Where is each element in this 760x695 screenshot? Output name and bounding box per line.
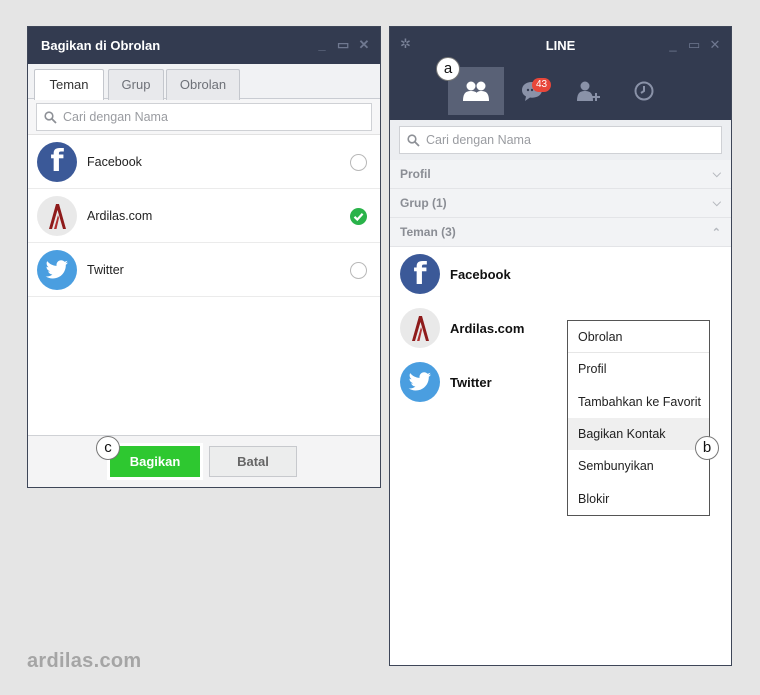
maximize-icon[interactable]: ▭ xyxy=(688,37,700,53)
search-icon xyxy=(44,110,57,124)
share-button[interactable]: Bagikan xyxy=(107,443,203,480)
facebook-avatar-icon: f xyxy=(37,141,77,182)
add-friend-tab-button[interactable] xyxy=(560,67,616,115)
share-search-input[interactable]: Cari dengan Nama xyxy=(36,103,372,131)
search-icon xyxy=(407,133,420,147)
friend-name: Facebook xyxy=(450,266,511,282)
section-label: Profil xyxy=(400,167,431,181)
share-window: Bagikan di Obrolan _ ▭ ✕ Teman Grup Obro… xyxy=(27,26,381,488)
twitter-avatar-icon xyxy=(37,249,77,290)
share-search-bar: Cari dengan Nama xyxy=(28,99,380,135)
share-window-titlebar: Bagikan di Obrolan _ ▭ ✕ xyxy=(28,27,380,64)
tab-teman[interactable]: Teman xyxy=(34,69,104,100)
menu-item-favorit[interactable]: Tambahkan ke Favorit xyxy=(568,386,709,418)
ardilas-avatar-icon xyxy=(400,308,440,348)
watermark: ardilas.com xyxy=(27,650,142,672)
facebook-avatar-icon: f xyxy=(400,254,440,294)
menu-item-profil[interactable]: Profil xyxy=(568,353,709,385)
friend-row-facebook[interactable]: f Facebook xyxy=(390,247,731,301)
minimize-icon[interactable]: _ xyxy=(316,37,328,53)
tab-grup[interactable]: Grup xyxy=(108,69,164,100)
contact-name: Facebook xyxy=(87,154,142,169)
chevron-up-icon: ⌃ xyxy=(711,227,721,239)
menu-item-blokir[interactable]: Blokir xyxy=(568,482,709,514)
share-tabs: Teman Grup Obrolan xyxy=(28,64,380,100)
select-radio[interactable] xyxy=(350,154,367,171)
menu-item-bagikan-kontak[interactable]: Bagikan Kontak xyxy=(568,417,709,451)
context-menu: Obrolan Profil Tambahkan ke Favorit Bagi… xyxy=(567,320,710,516)
chevron-down-icon: ⌵ xyxy=(712,197,721,209)
friends-icon xyxy=(463,81,489,101)
section-teman[interactable]: Teman (3) ⌃ xyxy=(390,218,731,247)
section-grup[interactable]: Grup (1) ⌵ xyxy=(390,189,731,218)
friend-name: Ardilas.com xyxy=(450,320,525,336)
contact-name: Ardilas.com xyxy=(87,208,153,223)
close-icon[interactable]: ✕ xyxy=(709,37,721,53)
annotation-marker-a: a xyxy=(436,57,460,81)
chevron-down-icon: ⌵ xyxy=(712,168,721,180)
unread-badge: 43 xyxy=(532,78,552,92)
select-radio[interactable] xyxy=(350,262,367,279)
minimize-icon[interactable]: _ xyxy=(667,37,679,53)
section-label: Teman (3) xyxy=(400,225,456,239)
contact-name: Twitter xyxy=(87,262,124,277)
annotation-marker-c: c xyxy=(96,436,120,460)
clock-icon xyxy=(634,81,654,101)
section-label: Grup (1) xyxy=(400,196,447,210)
ardilas-avatar-icon xyxy=(37,195,77,236)
history-tab-button[interactable] xyxy=(616,67,672,115)
cancel-button[interactable]: Batal xyxy=(209,446,297,477)
search-placeholder: Cari dengan Nama xyxy=(426,133,531,147)
contact-row-facebook[interactable]: f Facebook xyxy=(28,135,380,189)
close-icon[interactable]: ✕ xyxy=(358,37,370,53)
annotation-marker-b: b xyxy=(695,436,719,460)
line-search-input[interactable]: Cari dengan Nama xyxy=(399,126,722,154)
search-placeholder: Cari dengan Nama xyxy=(63,110,168,124)
section-profil[interactable]: Profil ⌵ xyxy=(390,160,731,189)
chats-tab-button[interactable]: 43 xyxy=(504,67,560,115)
maximize-icon[interactable]: ▭ xyxy=(337,37,349,53)
menu-item-obrolan[interactable]: Obrolan xyxy=(568,321,709,354)
add-friend-icon xyxy=(577,81,600,101)
contact-row-twitter[interactable]: Twitter xyxy=(28,243,380,297)
line-search-bar: Cari dengan Nama xyxy=(390,120,731,160)
tab-obrolan[interactable]: Obrolan xyxy=(166,69,240,100)
share-window-title: Bagikan di Obrolan xyxy=(41,38,161,53)
share-footer: Bagikan Batal xyxy=(28,435,380,487)
contact-row-ardilas[interactable]: Ardilas.com xyxy=(28,189,380,243)
checkmark-icon[interactable] xyxy=(350,208,367,225)
twitter-avatar-icon xyxy=(400,362,440,402)
friend-name: Twitter xyxy=(450,374,492,390)
menu-item-sembunyikan[interactable]: Sembunyikan xyxy=(568,450,709,482)
